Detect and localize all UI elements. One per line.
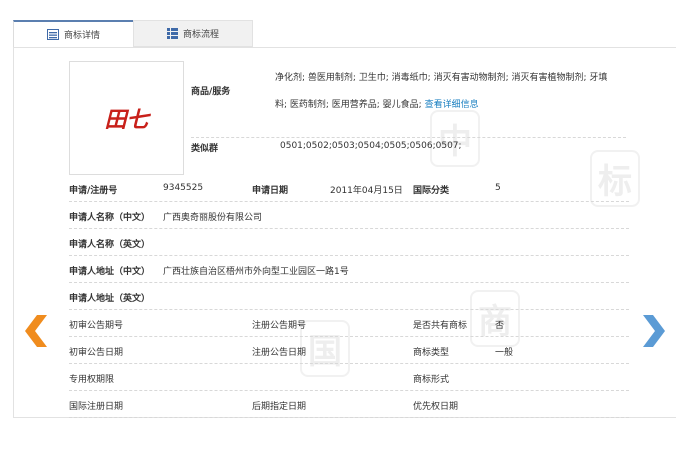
- goods-line2: 料; 医药制剂; 医用营养品; 婴儿食品; 查看详细信息: [275, 97, 479, 110]
- tab-trademark-process[interactable]: 商标流程: [133, 20, 253, 47]
- field-label: 初审公告期号: [69, 321, 124, 331]
- divider: [69, 201, 629, 202]
- grid-list-icon: [166, 28, 178, 39]
- applicant-field-label: 申请人地址（英文）: [69, 294, 151, 304]
- field-label: 商标类型: [413, 348, 450, 358]
- tab-trademark-details[interactable]: 商标详情: [13, 20, 133, 47]
- reg-number-value: 9345525: [163, 183, 204, 193]
- divider: [69, 363, 629, 364]
- trademark-image: 田七: [69, 61, 184, 175]
- divider: [191, 137, 626, 138]
- similar-group-label: 类似群: [191, 144, 219, 154]
- applicant-field-value: 广西壮族自治区梧州市外向型工业园区一路1号: [163, 267, 349, 277]
- goods-line1: 净化剂; 兽医用制剂; 卫生巾; 消毒纸巾; 消灭有害动物制剂; 消灭有害植物制…: [275, 73, 608, 83]
- field-label: 注册公告期号: [252, 321, 307, 331]
- applicant-field-label: 申请人名称（英文）: [69, 240, 151, 250]
- divider: [69, 255, 629, 256]
- next-arrow-icon[interactable]: [643, 315, 665, 347]
- goods-label: 商品/服务: [191, 87, 231, 97]
- field-label: 优先权日期: [413, 402, 459, 412]
- divider: [69, 336, 629, 337]
- field-label: 是否共有商标: [413, 321, 468, 331]
- field-label: 注册公告日期: [252, 348, 307, 358]
- intl-class-value: 5: [495, 183, 501, 193]
- watermark: 标: [590, 150, 640, 207]
- goods-text: 料; 医药制剂; 医用营养品; 婴儿食品;: [275, 100, 422, 110]
- field-value: 一般: [495, 348, 514, 358]
- divider: [69, 228, 629, 229]
- watermark: 国: [300, 320, 350, 377]
- field-label: 国际注册日期: [69, 402, 124, 412]
- applicant-field-label: 申请人名称（中文）: [69, 213, 151, 223]
- divider: [69, 309, 629, 310]
- tab-label: 商标详情: [63, 31, 100, 41]
- divider: [69, 417, 629, 418]
- field-label: 商标形式: [413, 375, 450, 385]
- field-label: 初审公告日期: [69, 348, 124, 358]
- apply-date-value: 2011年04月15日: [330, 186, 403, 196]
- view-details-link[interactable]: 查看详细信息: [425, 100, 479, 110]
- applicant-field-value: 广西奥奇丽股份有限公司: [163, 213, 263, 223]
- field-label: 专用权期限: [69, 375, 115, 385]
- previous-arrow-icon[interactable]: [25, 315, 47, 347]
- applicant-field-label: 申请人地址（中文）: [69, 267, 151, 277]
- document-list-icon: [46, 29, 59, 40]
- intl-class-label: 国际分类: [413, 186, 450, 196]
- tab-label: 商标流程: [182, 30, 219, 40]
- divider: [69, 282, 629, 283]
- field-value: 否: [495, 321, 505, 331]
- trademark-logo-text: 田七: [104, 107, 149, 133]
- reg-number-label: 申请/注册号: [69, 186, 118, 196]
- field-label: 后期指定日期: [252, 402, 307, 412]
- watermark: 中: [430, 110, 480, 167]
- similar-group-value: 0501;0502;0503;0504;0505;0506;0507;: [280, 141, 462, 151]
- apply-date-label: 申请日期: [252, 186, 289, 196]
- divider: [69, 390, 629, 391]
